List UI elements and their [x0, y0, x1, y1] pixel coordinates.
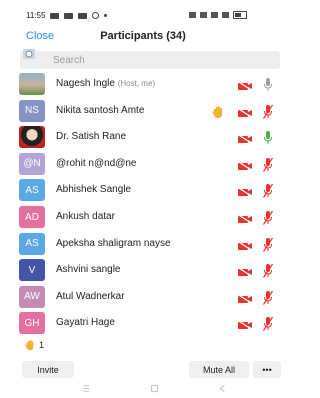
network-icon: [211, 12, 218, 18]
search-icon: [23, 49, 35, 59]
notification-icon: [64, 12, 74, 19]
participant-name-text: Ashvini sangle: [56, 264, 121, 276]
participant-name-text: Nikita santosh Amte: [56, 104, 145, 116]
video-off-icon[interactable]: [237, 320, 253, 331]
participant-name-text: @rohit n@nd@ne: [56, 157, 137, 169]
mic-icon[interactable]: [263, 77, 273, 93]
avatar: NS: [19, 99, 45, 122]
back-icon[interactable]: [218, 384, 227, 393]
participant-row[interactable]: NS Nikita santosh Amte: [0, 99, 286, 125]
participant-row[interactable]: Dr. Satish Rane: [0, 125, 286, 151]
circle-icon: [92, 12, 100, 19]
mic-muted-icon[interactable]: [263, 210, 273, 226]
signal-icon: [189, 12, 196, 18]
signal-strength-icon: [222, 12, 229, 18]
participant-name: Abhishek Sangle: [56, 184, 131, 195]
participant-name-text: Abhishek Sangle: [56, 184, 132, 196]
participant-role-tag: (Host, me): [117, 79, 156, 88]
participant-row[interactable]: GH Gayatri Hage: [0, 311, 286, 337]
search-input[interactable]: Search: [20, 49, 280, 69]
participant-name: Apeksha shaligram nayse: [56, 238, 171, 249]
dot-icon: [104, 14, 108, 17]
participant-row[interactable]: AW Atul Wadnerkar: [0, 285, 286, 311]
recent-apps-icon[interactable]: [82, 384, 91, 393]
participant-row[interactable]: AS Apeksha shaligram nayse: [0, 232, 286, 258]
avatar: AW: [19, 285, 45, 308]
avatar: @N: [19, 152, 45, 175]
avatar: GH: [19, 312, 45, 335]
video-off-icon[interactable]: [237, 293, 253, 304]
invite-button[interactable]: Invite: [22, 361, 74, 378]
participant-name: Nikita santosh Amte: [56, 105, 144, 116]
participant-name-text: Apeksha shaligram nayse: [56, 237, 171, 249]
mic-muted-icon[interactable]: [263, 104, 273, 120]
participant-name: @rohit n@nd@ne: [56, 158, 137, 169]
wifi-icon: [200, 12, 207, 18]
mic-muted-icon[interactable]: [263, 290, 273, 306]
mute-all-button[interactable]: Mute All: [189, 361, 249, 378]
bottom-toolbar: Invite Mute All •••: [0, 358, 286, 380]
participant-name-text: Atul Wadnerkar: [56, 290, 125, 302]
video-off-icon[interactable]: [237, 240, 253, 251]
more-options-button[interactable]: •••: [253, 361, 281, 378]
mic-muted-icon[interactable]: [263, 263, 273, 279]
participant-name: Atul Wadnerkar: [56, 291, 125, 302]
video-off-icon[interactable]: [237, 187, 253, 198]
mic-muted-icon[interactable]: [263, 157, 273, 173]
avatar: AS: [19, 179, 45, 202]
header: Participants (34) Close: [0, 28, 286, 46]
participant-name: Dr. Satish Rane: [56, 131, 126, 142]
mic-muted-icon[interactable]: [263, 183, 273, 199]
close-button[interactable]: Close: [26, 30, 54, 42]
raised-hands-summary: 1: [24, 339, 44, 351]
participant-name-text: Ankush datar: [56, 211, 115, 222]
search-placeholder: Search: [53, 55, 85, 66]
video-off-icon[interactable]: [237, 214, 253, 224]
video-off-icon[interactable]: [237, 107, 253, 118]
avatar: AD: [19, 206, 45, 228]
video-off-icon[interactable]: [237, 81, 253, 91]
avatar-photo: [19, 73, 45, 95]
raised-hands-count: 1: [39, 340, 45, 350]
status-time: 11:55: [26, 11, 46, 20]
system-nav-bar: [0, 380, 286, 398]
participant-row[interactable]: @N @rohit n@nd@ne: [0, 152, 286, 178]
status-bar: 11:55: [0, 0, 286, 22]
avatar-photo: [19, 126, 45, 149]
participant-name-text: Nagesh Ingle: [56, 78, 115, 89]
status-left: 11:55: [26, 11, 108, 20]
avatar: V: [19, 259, 45, 282]
avatar: AS: [19, 232, 45, 255]
home-icon[interactable]: [150, 384, 159, 393]
mic-muted-icon[interactable]: [263, 316, 273, 332]
raised-hand-icon: [24, 340, 34, 351]
participant-row[interactable]: AD Ankush datar: [0, 205, 286, 231]
raised-hand-icon: [212, 106, 222, 118]
participant-row[interactable]: AS Abhishek Sangle: [0, 178, 286, 204]
participant-name: Nagesh Ingle (Host, me): [56, 78, 155, 89]
participant-row[interactable]: Nagesh Ingle (Host, me): [0, 72, 286, 98]
participant-name: Ankush datar: [56, 211, 115, 222]
participant-name: Gayatri Hage: [56, 317, 115, 328]
camera-icon: [78, 12, 88, 19]
participant-row[interactable]: V Ashvini sangle: [0, 258, 286, 284]
battery-icon: [233, 11, 247, 19]
video-off-icon[interactable]: [237, 134, 253, 145]
video-off-icon[interactable]: [237, 160, 253, 171]
participant-name: Ashvini sangle: [56, 264, 120, 275]
mic-muted-icon[interactable]: [263, 237, 273, 253]
participant-name-text: Gayatri Hage: [56, 317, 115, 329]
status-right: [189, 11, 247, 19]
video-off-icon[interactable]: [237, 267, 253, 278]
mic-on-icon[interactable]: [263, 130, 273, 146]
participant-name-text: Dr. Satish Rane: [56, 131, 127, 143]
notification-icon: [50, 12, 60, 19]
